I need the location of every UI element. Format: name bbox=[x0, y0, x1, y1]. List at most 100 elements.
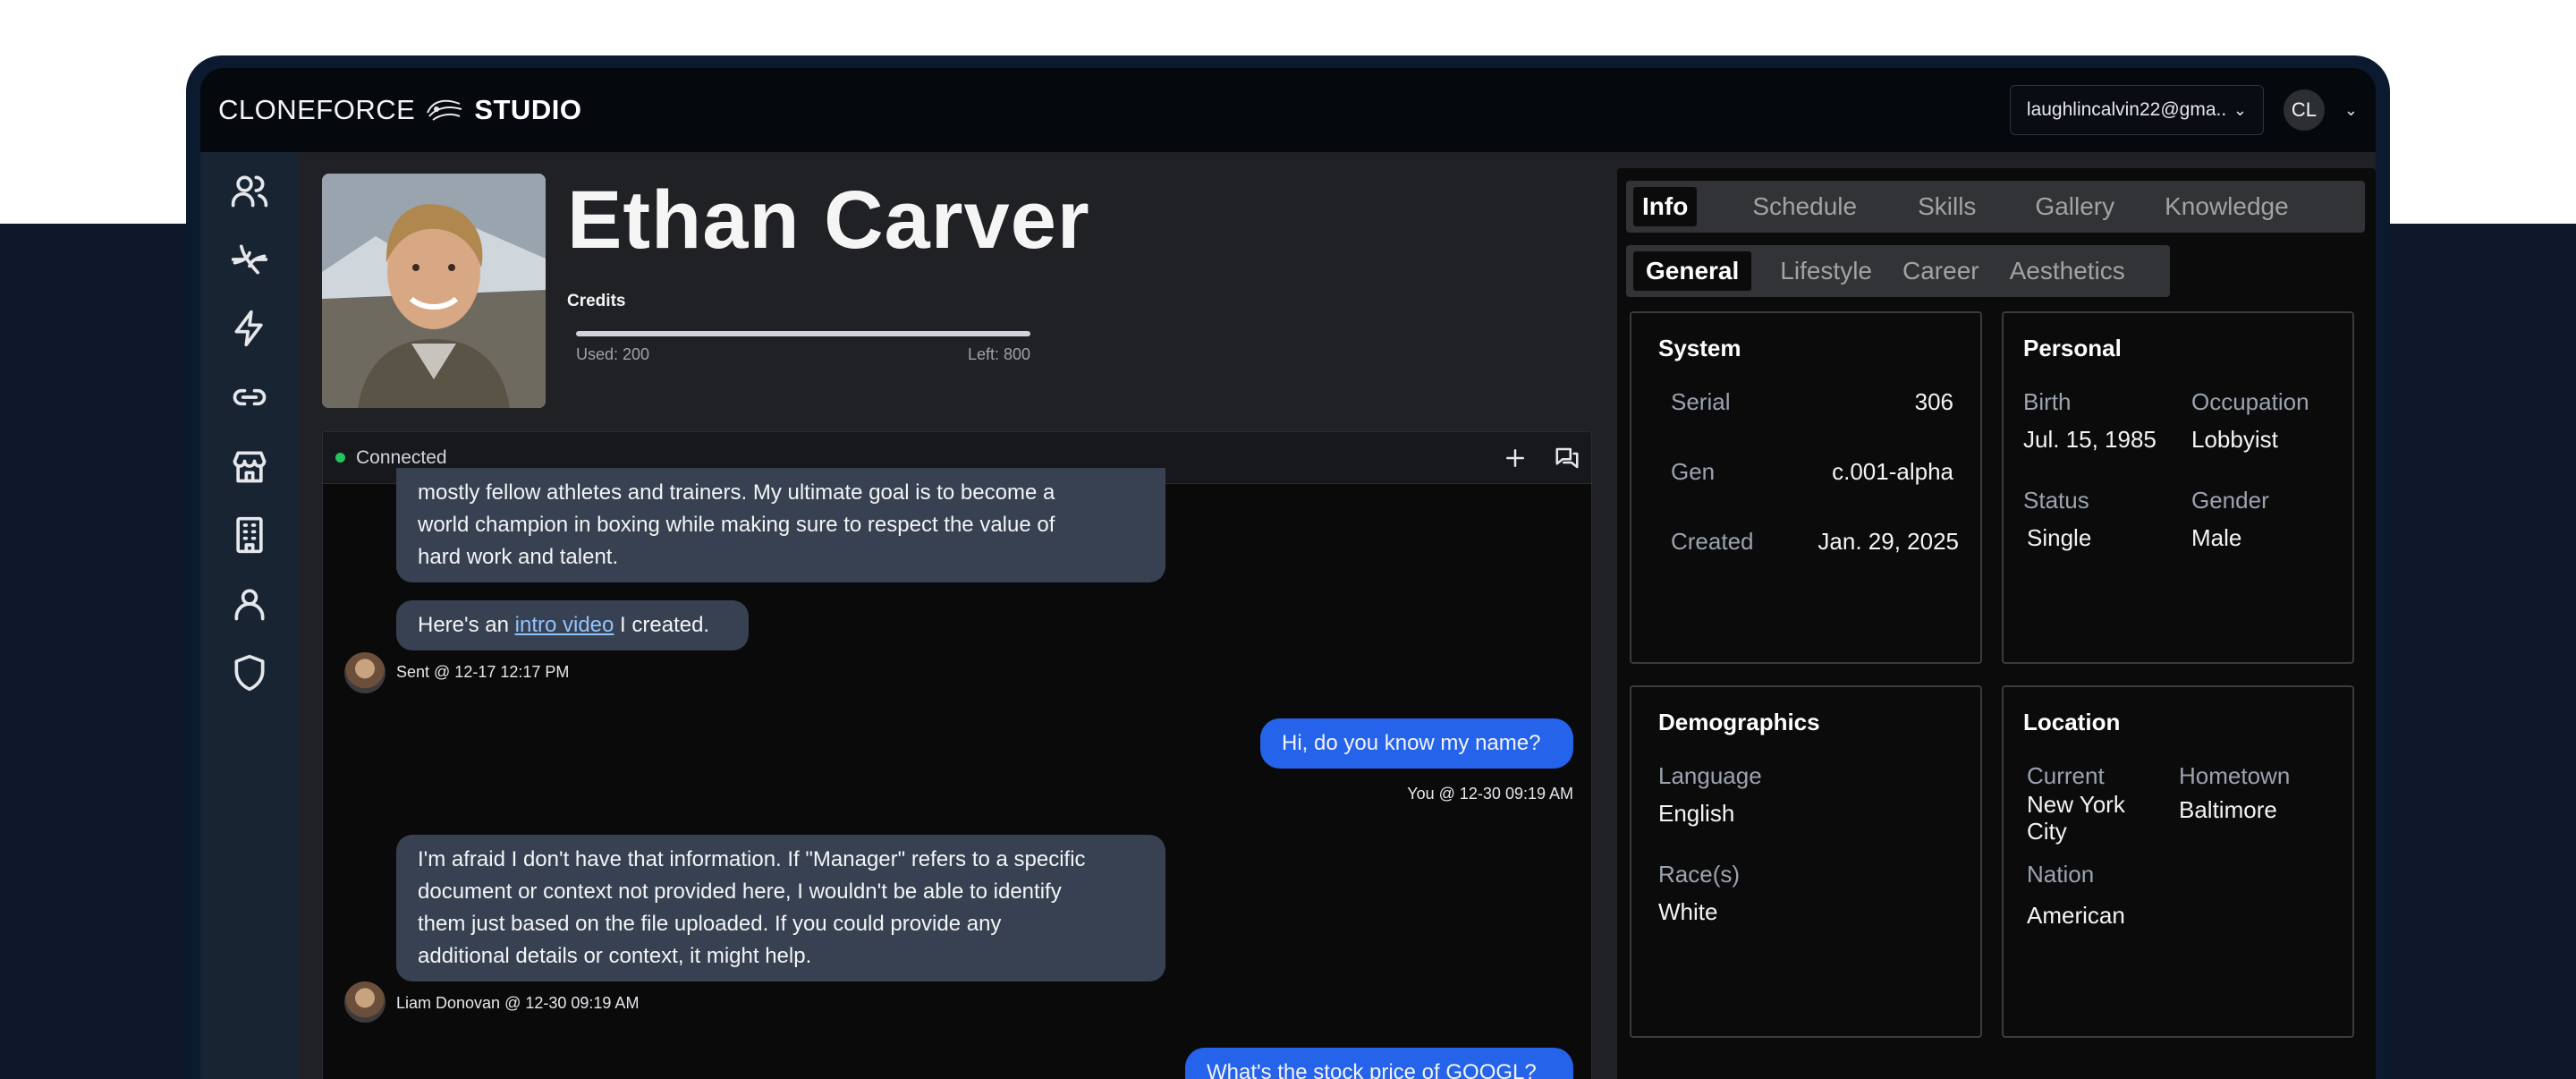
message-list[interactable]: mostly fellow athletes and trainers. My … bbox=[323, 468, 1591, 1079]
sub-tabs: General Lifestyle Career Aesthetics bbox=[1626, 245, 2170, 297]
user-message: What's the stock price of GOOGL? bbox=[1185, 1048, 1573, 1079]
sidebar-item-organization[interactable] bbox=[228, 514, 271, 556]
link-icon bbox=[233, 388, 267, 406]
card-title: Demographics bbox=[1658, 709, 1820, 735]
message-line: I'm afraid I don't have that information… bbox=[418, 847, 1086, 871]
sidebar-item-dna[interactable] bbox=[228, 239, 271, 280]
bot-avatar bbox=[344, 981, 386, 1023]
birth-value: Jul. 15, 1985 bbox=[2023, 426, 2157, 453]
user-message: Hi, do you know my name? bbox=[1260, 718, 1573, 769]
message-text: I created. bbox=[614, 613, 710, 637]
sidebar-item-store[interactable] bbox=[228, 446, 271, 487]
users-icon bbox=[231, 175, 268, 208]
plus-icon[interactable] bbox=[1502, 445, 1529, 472]
occupation-value: Lobbyist bbox=[2191, 426, 2278, 453]
message-text: What's the stock price of GOOGL? bbox=[1207, 1060, 1537, 1079]
bot-avatar bbox=[344, 652, 386, 693]
subtab-career[interactable]: Career bbox=[1890, 251, 1992, 291]
bot-message: mostly fellow athletes and trainers. My … bbox=[396, 468, 1165, 582]
sidebar-item-users[interactable] bbox=[228, 170, 271, 211]
card-title: Personal bbox=[2023, 335, 2122, 361]
brand-name-light: CLONEFORCE bbox=[218, 94, 416, 125]
message-line: world champion in boxing while making su… bbox=[418, 513, 1055, 537]
tab-skills[interactable]: Skills bbox=[1909, 187, 1985, 226]
gender-value: Male bbox=[2191, 524, 2242, 551]
card-title: System bbox=[1658, 335, 1741, 361]
message-line: them just based on the file uploaded. If… bbox=[418, 912, 1002, 936]
account-email: laughlincalvin22@gma... bbox=[2026, 99, 2228, 120]
connection-status: Connected bbox=[356, 446, 447, 468]
language-label: Language bbox=[1658, 762, 1762, 789]
race-value: White bbox=[1658, 898, 1718, 925]
credits-left: Left: 800 bbox=[967, 345, 1030, 363]
shield-icon bbox=[234, 654, 265, 692]
credits-used: Used: 200 bbox=[576, 345, 650, 363]
account-selector[interactable]: laughlincalvin22@gma... ⌄ bbox=[2009, 85, 2264, 135]
credits-label: Credits bbox=[567, 292, 626, 310]
user-avatar[interactable]: CL bbox=[2283, 89, 2325, 131]
message-line: additional details or context, it might … bbox=[418, 944, 812, 968]
occupation-label: Occupation bbox=[2191, 388, 2309, 415]
brand-name-bold: STUDIO bbox=[474, 94, 582, 125]
user-menu-chevron-icon[interactable]: ⌄ bbox=[2344, 101, 2358, 120]
main-tabs: Info Schedule Skills Gallery Knowledge bbox=[1626, 181, 2365, 233]
hometown-value: Baltimore bbox=[2179, 796, 2277, 823]
profile-header: Ethan Carver Credits Used: 200 Left: 800 bbox=[322, 174, 1592, 408]
tab-info[interactable]: Info bbox=[1633, 187, 1698, 226]
bot-message: I'm afraid I don't have that information… bbox=[396, 835, 1165, 981]
subtab-lifestyle[interactable]: Lifestyle bbox=[1767, 251, 1885, 291]
system-card: System Serial 306 Gen c.001-alpha Create… bbox=[1630, 311, 1982, 664]
chevron-down-icon: ⌄ bbox=[2233, 100, 2247, 119]
building-icon bbox=[236, 516, 263, 554]
status-value: Single bbox=[2027, 524, 2092, 551]
current-value-line: City bbox=[2027, 818, 2067, 845]
tab-knowledge[interactable]: Knowledge bbox=[2156, 187, 2298, 226]
logo-icon bbox=[427, 99, 462, 121]
message-meta: Liam Donovan @ 12-30 09:19 AM bbox=[396, 994, 640, 1012]
sidebar-item-security[interactable] bbox=[228, 652, 271, 693]
tab-gallery[interactable]: Gallery bbox=[2026, 187, 2123, 226]
nation-value: American bbox=[2027, 902, 2125, 929]
sidebar-item-links[interactable] bbox=[228, 377, 271, 418]
connection-status-dot bbox=[335, 453, 345, 463]
serial-value: 306 bbox=[1914, 388, 1953, 415]
message-line: hard work and talent. bbox=[418, 545, 619, 569]
serial-label: Serial bbox=[1671, 388, 1731, 415]
current-value: New York City bbox=[2027, 791, 2125, 845]
message-text: Hi, do you know my name? bbox=[1282, 731, 1541, 755]
message-meta: Sent @ 12-17 12:17 PM bbox=[396, 663, 570, 681]
tab-schedule[interactable]: Schedule bbox=[1743, 187, 1866, 226]
personal-card: Personal Birth Jul. 15, 1985 Occupation … bbox=[2002, 311, 2354, 664]
info-panel: Info Schedule Skills Gallery Knowledge G… bbox=[1617, 168, 2376, 1079]
lightning-icon bbox=[234, 310, 263, 347]
message-text: Here's an bbox=[418, 613, 515, 637]
birth-label: Birth bbox=[2023, 388, 2072, 415]
persona-name: Ethan Carver bbox=[567, 174, 1090, 266]
store-icon bbox=[233, 451, 267, 483]
dna-icon bbox=[231, 244, 268, 275]
language-value: English bbox=[1658, 800, 1735, 827]
gender-label: Gender bbox=[2191, 487, 2269, 514]
subtab-aesthetics[interactable]: Aesthetics bbox=[1997, 251, 2138, 291]
top-bar: CLONEFORCE STUDIO laughlincalvin22@gma..… bbox=[200, 68, 2376, 152]
message-line: mostly fellow athletes and trainers. My … bbox=[418, 480, 1055, 505]
sidebar bbox=[200, 152, 299, 1079]
demographics-card: Demographics Language English Race(s) Wh… bbox=[1630, 685, 1982, 1038]
sidebar-item-profile[interactable] bbox=[228, 583, 271, 624]
location-card: Location Current New York City Hometown … bbox=[2002, 685, 2354, 1038]
subtab-general[interactable]: General bbox=[1633, 251, 1752, 291]
conversations-icon[interactable] bbox=[1554, 445, 1580, 472]
gen-label: Gen bbox=[1671, 458, 1716, 485]
chat-panel: Connected mostly fellow athletes and tra… bbox=[322, 431, 1592, 1079]
sidebar-item-lightning[interactable] bbox=[228, 308, 271, 349]
intro-video-link[interactable]: intro video bbox=[515, 613, 614, 637]
status-label: Status bbox=[2023, 487, 2089, 514]
brand-logo[interactable]: CLONEFORCE STUDIO bbox=[218, 94, 581, 126]
created-value: Jan. 29, 2025 bbox=[1818, 528, 1959, 555]
credits-progress-bar bbox=[576, 331, 1030, 336]
message-meta: You @ 12-30 09:19 AM bbox=[1407, 785, 1573, 803]
message-line: document or context not provided here, I… bbox=[418, 879, 1062, 904]
bot-message: Here's an intro video I created. bbox=[396, 600, 749, 650]
race-label: Race(s) bbox=[1658, 861, 1741, 888]
gen-value: c.001-alpha bbox=[1832, 458, 1953, 485]
